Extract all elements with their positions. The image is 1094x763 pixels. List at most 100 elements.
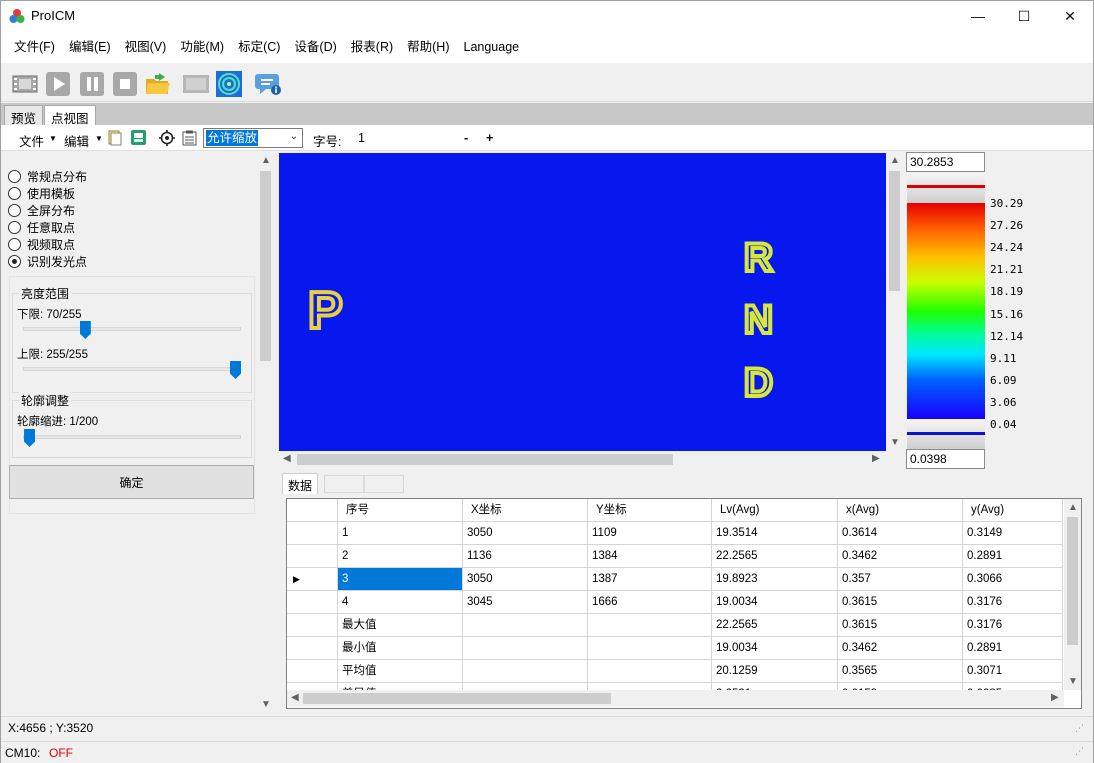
radio-button[interactable] <box>8 254 21 268</box>
scroll-thumb[interactable] <box>297 454 673 465</box>
scroll-up-icon[interactable]: ▲ <box>890 155 900 166</box>
table-cell[interactable] <box>463 637 588 660</box>
row-header[interactable] <box>287 522 338 545</box>
table-cell[interactable]: 19.0034 <box>712 637 838 660</box>
clipboard-list-icon[interactable] <box>182 130 197 146</box>
scroll-thumb[interactable] <box>260 171 271 361</box>
menu-edit[interactable]: 编辑(E) <box>62 31 118 63</box>
table-cell[interactable]: 1109 <box>588 522 712 545</box>
menu-view[interactable]: 视图(V) <box>118 31 174 63</box>
zoom-mode-select[interactable]: 允许缩放 ⌄ <box>203 128 303 148</box>
table-cell[interactable] <box>588 614 712 637</box>
table-cell[interactable]: 0.3462 <box>838 545 963 568</box>
scroll-right-icon[interactable]: ▶ <box>872 453 880 464</box>
scroll-up-icon[interactable]: ▲ <box>1068 502 1078 513</box>
table-cell[interactable]: 最小值 <box>338 637 463 660</box>
pause-icon[interactable] <box>78 70 106 98</box>
table-vertical-scrollbar[interactable]: ▲ ▼ <box>1064 499 1081 690</box>
table-cell[interactable]: 3 <box>338 568 463 591</box>
tab-preview[interactable]: 预览 <box>4 105 44 126</box>
scroll-left-icon[interactable]: ◀ <box>283 453 291 464</box>
chat-info-icon[interactable] <box>255 70 283 98</box>
table-cell[interactable] <box>588 660 712 683</box>
table-cell[interactable]: 22.2565 <box>712 545 838 568</box>
table-cell[interactable]: 0.3066 <box>963 568 1063 591</box>
left-panel-scrollbar[interactable]: ▲ ▼ <box>257 153 274 715</box>
table-cell[interactable]: 1387 <box>588 568 712 591</box>
table-cell[interactable]: 0.3149 <box>963 522 1063 545</box>
table-cell[interactable]: 3045 <box>463 591 588 614</box>
table-cell[interactable]: 19.0034 <box>712 591 838 614</box>
tab-data[interactable]: 数据 <box>282 473 319 494</box>
table-cell[interactable]: 20.1259 <box>712 660 838 683</box>
scroll-down-icon[interactable]: ▼ <box>1068 676 1078 687</box>
crosshair-icon[interactable] <box>159 130 175 146</box>
table-cell[interactable]: 0.3462 <box>838 637 963 660</box>
image-horizontal-scrollbar[interactable]: ◀ ▶ <box>279 451 886 468</box>
table-horizontal-scrollbar[interactable]: ◀ ▶ <box>287 690 1064 707</box>
menu-file[interactable]: 文件(F) <box>7 31 62 63</box>
resize-grip-icon[interactable]: ⋰ <box>1075 723 1084 734</box>
table-cell[interactable]: 0.3565 <box>838 660 963 683</box>
scroll-down-icon[interactable]: ▼ <box>261 699 271 710</box>
table-cell[interactable]: 0.3071 <box>963 660 1063 683</box>
radio-button[interactable] <box>8 237 21 251</box>
scroll-left-icon[interactable]: ◀ <box>291 692 299 703</box>
table-cell[interactable] <box>463 614 588 637</box>
table-cell[interactable]: 19.8923 <box>712 568 838 591</box>
column-header[interactable]: x(Avg) <box>838 499 963 522</box>
colorbar-max-handle[interactable] <box>907 173 985 203</box>
table-cell[interactable]: 1384 <box>588 545 712 568</box>
print-icon[interactable] <box>131 130 146 145</box>
row-header[interactable] <box>287 591 338 614</box>
column-header[interactable]: y(Avg) <box>963 499 1063 522</box>
radio-button[interactable] <box>8 203 21 217</box>
column-header[interactable]: 序号 <box>338 499 463 522</box>
table-cell[interactable]: 0.2891 <box>963 637 1063 660</box>
target-icon[interactable] <box>215 70 243 98</box>
scroll-thumb[interactable] <box>303 693 611 704</box>
film-icon[interactable] <box>11 70 39 98</box>
table-cell[interactable]: 0.2891 <box>963 545 1063 568</box>
table-cell[interactable]: 平均值 <box>338 660 463 683</box>
radio-button[interactable] <box>8 220 21 234</box>
mode-option[interactable]: 识别发光点 <box>8 253 87 269</box>
table-cell[interactable]: 3050 <box>463 568 588 591</box>
scroll-thumb[interactable] <box>1067 517 1078 645</box>
play-icon[interactable] <box>44 70 72 98</box>
tab-blank[interactable] <box>324 475 364 493</box>
colorbar-min-input[interactable]: 0.0398 <box>906 449 985 469</box>
copy-icon[interactable] <box>108 130 122 146</box>
table-cell[interactable] <box>588 637 712 660</box>
table-cell[interactable]: 1136 <box>463 545 588 568</box>
table-cell[interactable]: 22.2565 <box>712 614 838 637</box>
table-corner[interactable] <box>287 499 338 522</box>
mode-option[interactable]: 使用模板 <box>8 185 75 201</box>
confirm-button[interactable]: 确定 <box>9 465 254 499</box>
radio-button[interactable] <box>8 186 21 200</box>
upper-limit-slider-thumb[interactable] <box>230 361 241 379</box>
column-header[interactable]: Y坐标 <box>588 499 712 522</box>
column-header[interactable]: Lv(Avg) <box>712 499 838 522</box>
table-cell[interactable]: 2 <box>338 545 463 568</box>
menu-help[interactable]: 帮助(H) <box>400 31 456 63</box>
table-cell[interactable]: 0.3614 <box>838 522 963 545</box>
mode-option[interactable]: 视频取点 <box>8 236 75 252</box>
font-size-input[interactable]: 1 <box>353 128 453 148</box>
mode-option[interactable]: 任意取点 <box>8 219 75 235</box>
table-cell[interactable]: 0.3176 <box>963 614 1063 637</box>
contour-inset-slider-thumb[interactable] <box>24 429 36 447</box>
table-cell[interactable]: 1 <box>338 522 463 545</box>
menu-report[interactable]: 报表(R) <box>344 31 400 63</box>
maximize-button[interactable]: ☐ <box>1001 1 1047 31</box>
contour-inset-track[interactable] <box>23 435 241 439</box>
edit-dropdown[interactable]: 编辑 <box>64 131 89 150</box>
mode-option[interactable]: 常规点分布 <box>8 168 87 184</box>
mode-option[interactable]: 全屏分布 <box>8 202 75 218</box>
close-button[interactable]: ✕ <box>1047 1 1093 31</box>
scroll-thumb[interactable] <box>889 171 900 291</box>
row-header[interactable] <box>287 614 338 637</box>
scroll-right-icon[interactable]: ▶ <box>1051 692 1059 703</box>
table-cell[interactable]: 0.3615 <box>838 614 963 637</box>
file-dropdown[interactable]: 文件 <box>19 131 44 150</box>
